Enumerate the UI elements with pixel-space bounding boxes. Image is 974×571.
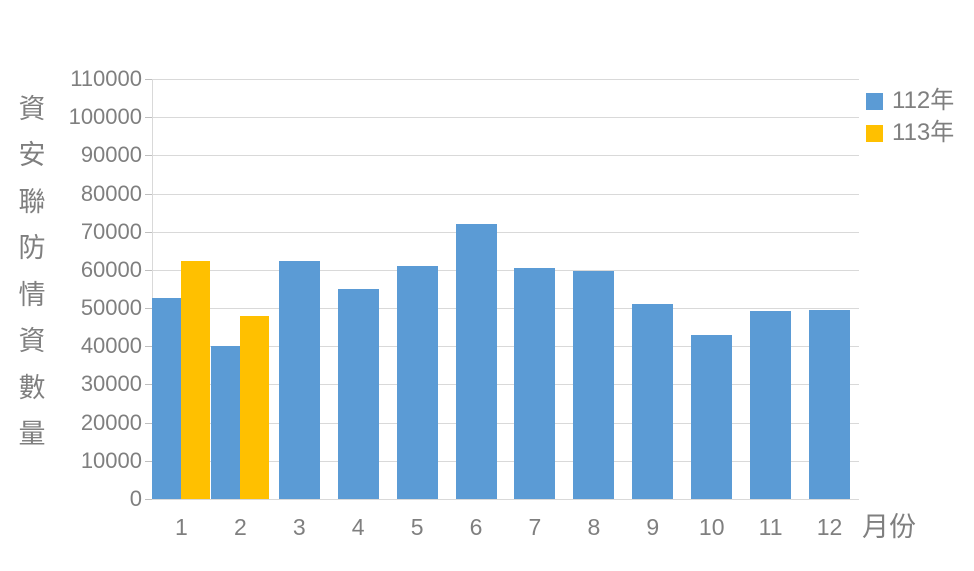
x-axis-tick-label: 3 — [292, 514, 306, 540]
y-axis-tick-mark — [145, 499, 152, 500]
y-axis-tick-mark — [145, 346, 152, 347]
bar-group — [447, 79, 506, 499]
y-axis-tick-mark — [145, 423, 152, 424]
y-axis-tick-label: 40000 — [80, 333, 142, 359]
bar-group — [329, 79, 388, 499]
x-axis-tick-label: 12 — [816, 514, 843, 540]
bar-group — [800, 79, 859, 499]
x-axis-tick-label: 1 — [175, 514, 188, 540]
bar[interactable] — [278, 260, 320, 499]
x-axis-tick-label: 4 — [351, 514, 365, 540]
y-axis-tick-label: 90000 — [80, 142, 142, 168]
bar[interactable] — [152, 298, 182, 499]
bar[interactable] — [809, 310, 851, 499]
plot-area — [152, 79, 859, 499]
y-axis-tick-label: 20000 — [80, 409, 142, 435]
y-axis-tick-label: 70000 — [80, 218, 142, 244]
bar-group — [152, 79, 211, 499]
bar[interactable] — [632, 304, 674, 499]
y-axis-tick-mark — [145, 194, 152, 195]
y-axis-tick-label: 0 — [129, 486, 142, 511]
bar[interactable] — [211, 346, 241, 499]
x-axis-tick-label: 7 — [528, 514, 542, 540]
x-axis-tick-label: 8 — [587, 514, 601, 540]
y-axis-tick-label: 60000 — [80, 256, 142, 282]
bar-group — [270, 79, 329, 499]
bar[interactable] — [750, 311, 792, 499]
x-axis-tick-label: 10 — [698, 514, 725, 540]
legend-item-label: 113年 — [892, 119, 955, 146]
x-axis-tick-label: 6 — [469, 514, 483, 540]
bar-group — [564, 79, 623, 499]
bar-group — [211, 79, 270, 499]
chart-legend: 112年 113年 — [866, 88, 954, 146]
bar[interactable] — [337, 289, 379, 499]
y-axis-tick-labels: 0 10000 20000 30000 40000 50000 60000 70000 8000… — [42, 0, 142, 571]
bar[interactable] — [240, 316, 270, 499]
bar-chart: 資 安 聯 防 情 資 數 量 0 10000 20000 30000 40000 500… — [0, 0, 974, 571]
bar-group — [682, 79, 741, 499]
bar[interactable] — [514, 268, 556, 499]
x-axis-line — [152, 499, 859, 500]
bar[interactable] — [455, 223, 497, 499]
y-axis-tick-mark — [145, 232, 152, 233]
legend-item-113[interactable]: 113年 — [866, 120, 954, 146]
y-axis-tick-label: 110000 — [70, 66, 142, 91]
x-axis-tick-label: 5 — [410, 514, 424, 540]
bar[interactable] — [181, 260, 211, 499]
bar-group — [506, 79, 565, 499]
bar-group — [741, 79, 800, 499]
legend-item-112[interactable]: 112年 — [866, 88, 954, 114]
y-axis-tick-mark — [145, 270, 152, 271]
bar-group — [388, 79, 447, 499]
x-axis-tick-label: 9 — [646, 514, 660, 540]
x-axis-tick-label: 11 — [758, 514, 783, 540]
bar[interactable] — [573, 271, 615, 499]
y-axis-tick-label: 50000 — [80, 295, 142, 321]
y-axis-tick-mark — [145, 384, 152, 385]
y-axis-tick-label: 10000 — [80, 447, 142, 473]
y-axis-tick-mark — [145, 79, 152, 80]
y-axis-tick-label: 30000 — [80, 371, 142, 397]
y-axis-tick-label: 80000 — [80, 180, 142, 206]
x-axis-title: 月份 — [862, 512, 916, 542]
y-axis-tick-label: 100000 — [68, 104, 142, 130]
y-axis-tick-mark — [145, 117, 152, 118]
y-axis-tick-mark — [145, 461, 152, 462]
legend-swatch-icon — [866, 92, 883, 110]
y-axis-tick-mark — [145, 308, 152, 309]
bar[interactable] — [691, 335, 733, 499]
x-axis-tick-label: 2 — [233, 514, 247, 540]
legend-item-label: 112年 — [892, 87, 955, 114]
legend-swatch-icon — [866, 124, 883, 142]
bar-group — [623, 79, 682, 499]
y-axis-tick-mark — [145, 155, 152, 156]
bar[interactable] — [396, 266, 438, 499]
